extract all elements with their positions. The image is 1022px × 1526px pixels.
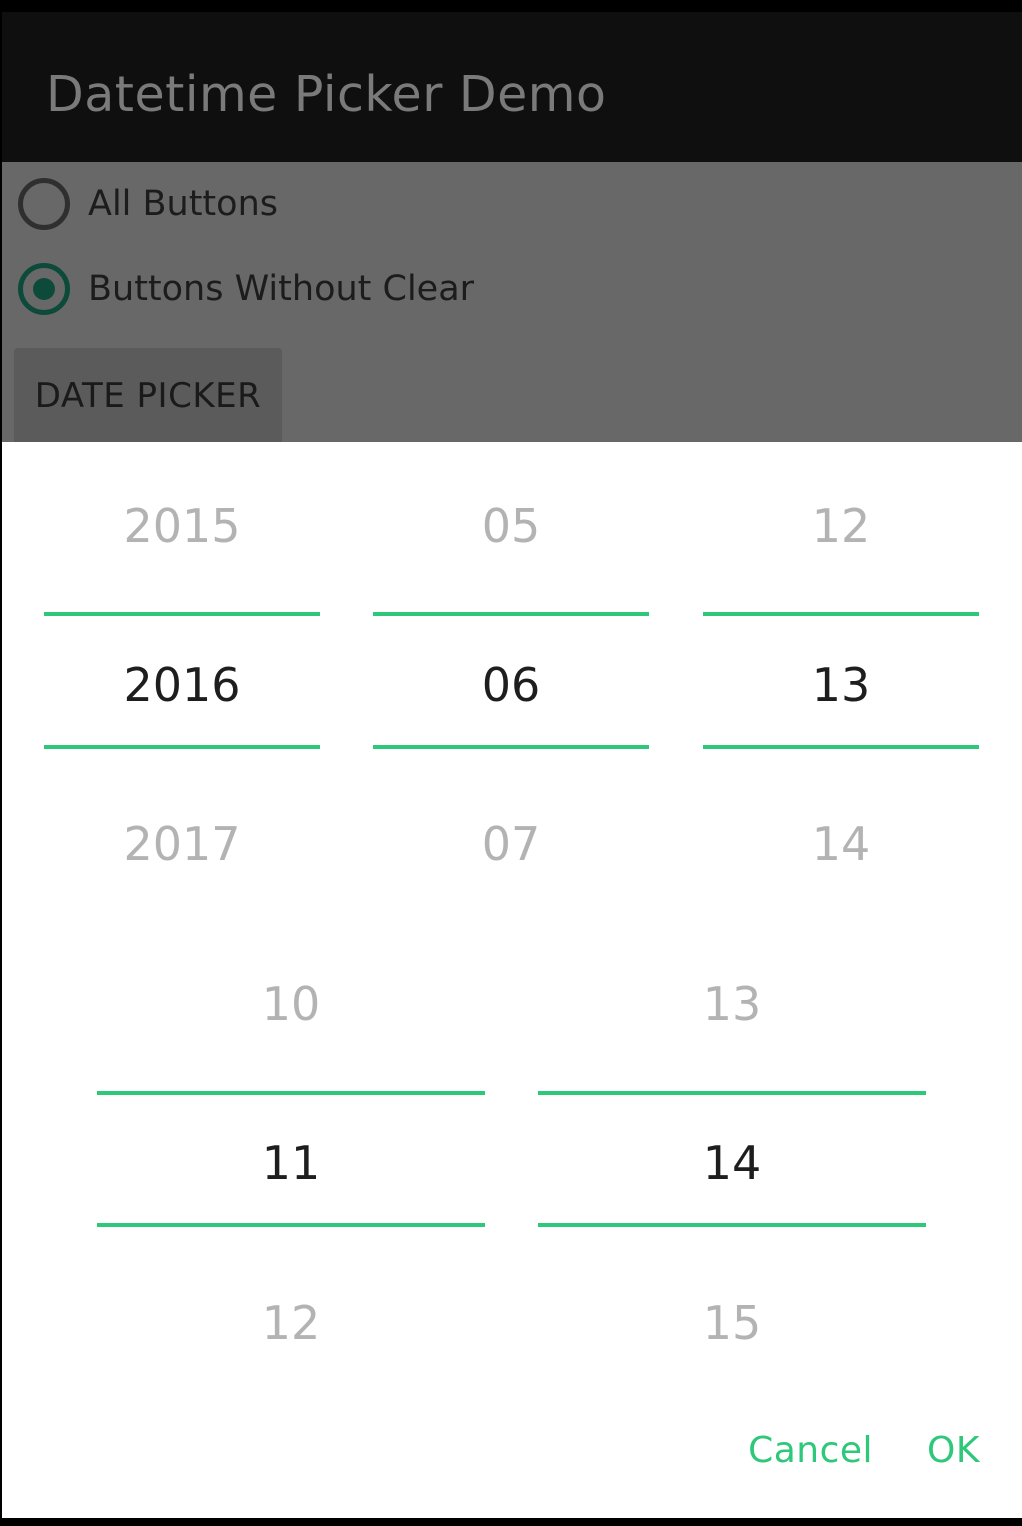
minute-below[interactable]: 15 bbox=[538, 1300, 926, 1346]
bottom-edge bbox=[0, 1518, 1022, 1526]
year-selected[interactable]: 2016 bbox=[44, 662, 320, 708]
app-title: Datetime Picker Demo bbox=[46, 66, 607, 123]
dialog-actions: Cancel OK bbox=[748, 1430, 980, 1471]
radio-label-all-buttons: All Buttons bbox=[88, 184, 278, 224]
minute-selected[interactable]: 14 bbox=[538, 1140, 926, 1186]
month-selected[interactable]: 06 bbox=[373, 662, 649, 708]
hour-picker[interactable]: 10 11 12 bbox=[97, 922, 485, 1362]
year-picker[interactable]: 2015 2016 2017 bbox=[44, 442, 320, 922]
day-divider-top bbox=[703, 612, 979, 616]
radio-unchecked-icon[interactable] bbox=[18, 178, 70, 230]
day-selected[interactable]: 13 bbox=[703, 662, 979, 708]
radio-label-buttons-without-clear: Buttons Without Clear bbox=[88, 269, 475, 309]
day-above[interactable]: 12 bbox=[703, 503, 979, 549]
datetime-picker-dialog: 2015 2016 2017 05 06 07 12 13 14 10 11 1… bbox=[2, 442, 1022, 1518]
hour-above[interactable]: 10 bbox=[97, 981, 485, 1027]
cancel-button[interactable]: Cancel bbox=[748, 1430, 873, 1471]
radio-all-buttons[interactable]: All Buttons bbox=[18, 174, 718, 234]
month-picker[interactable]: 05 06 07 bbox=[373, 442, 649, 922]
year-below[interactable]: 2017 bbox=[44, 821, 320, 867]
month-above[interactable]: 05 bbox=[373, 503, 649, 549]
hour-divider-top bbox=[97, 1091, 485, 1095]
hour-selected[interactable]: 11 bbox=[97, 1140, 485, 1186]
day-below[interactable]: 14 bbox=[703, 821, 979, 867]
day-divider-bottom bbox=[703, 745, 979, 749]
year-above[interactable]: 2015 bbox=[44, 503, 320, 549]
ok-button[interactable]: OK bbox=[927, 1430, 980, 1471]
day-picker[interactable]: 12 13 14 bbox=[703, 442, 979, 922]
year-divider-top bbox=[44, 612, 320, 616]
minute-divider-bottom bbox=[538, 1223, 926, 1227]
date-picker-button[interactable]: DATE PICKER bbox=[14, 348, 282, 444]
month-divider-top bbox=[373, 612, 649, 616]
minute-divider-top bbox=[538, 1091, 926, 1095]
year-divider-bottom bbox=[44, 745, 320, 749]
month-below[interactable]: 07 bbox=[373, 821, 649, 867]
hour-divider-bottom bbox=[97, 1223, 485, 1227]
radio-buttons-without-clear[interactable]: Buttons Without Clear bbox=[18, 259, 718, 319]
minute-picker[interactable]: 13 14 15 bbox=[538, 922, 926, 1362]
hour-below[interactable]: 12 bbox=[97, 1300, 485, 1346]
status-bar bbox=[0, 0, 1022, 12]
minute-above[interactable]: 13 bbox=[538, 981, 926, 1027]
month-divider-bottom bbox=[373, 745, 649, 749]
radio-checked-icon[interactable] bbox=[18, 263, 70, 315]
action-bar: Datetime Picker Demo bbox=[2, 12, 1022, 162]
screen: Datetime Picker Demo All Buttons Buttons… bbox=[0, 0, 1022, 1526]
